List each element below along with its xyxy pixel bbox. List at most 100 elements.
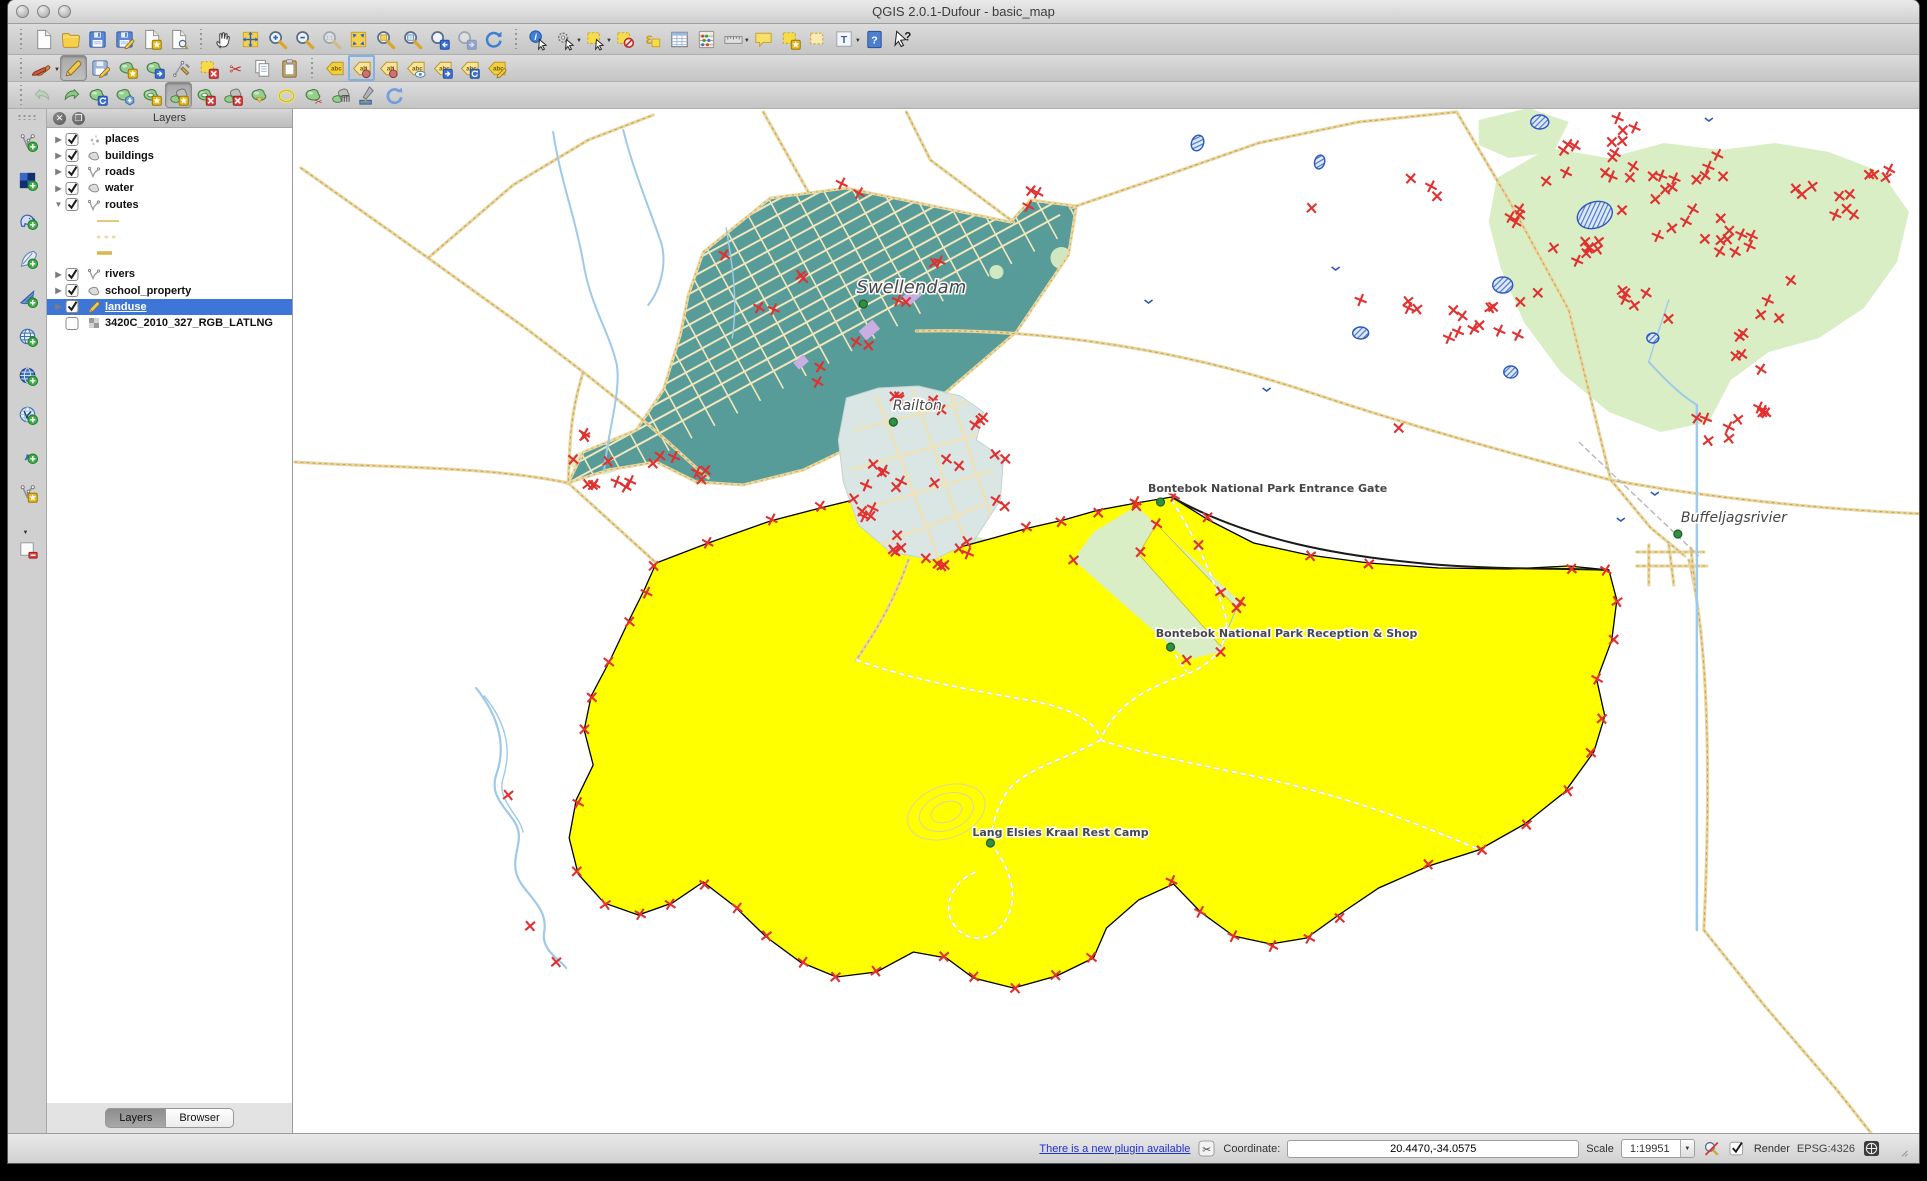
save-project-as-button[interactable]	[111, 26, 138, 52]
delete-ring-button[interactable]	[192, 82, 219, 108]
toolbar-handle[interactable]	[18, 29, 24, 49]
merge-attributes-button[interactable]	[354, 82, 381, 108]
toolbar-handle[interactable]	[17, 114, 37, 120]
add-feature-button[interactable]	[114, 55, 141, 81]
text-annotation-button[interactable]: T	[831, 26, 858, 52]
layer-row-rivers[interactable]: ▶rivers	[47, 266, 292, 282]
add-spatialite-layer-button[interactable]	[14, 245, 41, 271]
add-wfs-layer-button[interactable]	[14, 401, 41, 427]
zoom-last-button[interactable]	[426, 26, 453, 52]
zoom-native-button[interactable]: 1:1	[318, 26, 345, 52]
rotate-point-symbols-button[interactable]	[381, 82, 408, 108]
zoom-to-layer-button[interactable]	[399, 26, 426, 52]
render-checkbox[interactable]	[1728, 1139, 1747, 1158]
titlebar[interactable]: QGIS 2.0.1-Dufour - basic_map	[8, 0, 1919, 24]
labeling-button[interactable]: abc	[321, 55, 348, 81]
layer-tree[interactable]: ▶places▶buildings▶roads▶water▼routes ▶riv…	[47, 128, 292, 1103]
map-canvas[interactable]: SwellendamRailtonBontebok National Park …	[293, 109, 1919, 1133]
select-by-expression-button[interactable]: ε	[639, 26, 666, 52]
delete-selected-button[interactable]	[195, 55, 222, 81]
layer-row-water[interactable]: ▶water	[47, 180, 292, 196]
zoom-out-button[interactable]	[291, 26, 318, 52]
toolbar-handle[interactable]	[18, 85, 24, 105]
stop-render-icon[interactable]	[1702, 1139, 1721, 1158]
copy-features-button[interactable]	[249, 55, 276, 81]
tab-browser[interactable]: Browser	[166, 1108, 233, 1128]
add-wcs-layer-button[interactable]	[14, 362, 41, 388]
crs-status-icon[interactable]	[1862, 1139, 1881, 1158]
layer-row-roads[interactable]: ▶roads	[47, 164, 292, 180]
show-hide-labels-button[interactable]: abc	[402, 55, 429, 81]
layer-row-landuse[interactable]: ▶landuse	[47, 299, 292, 315]
select-features-button[interactable]	[582, 26, 609, 52]
pin-unpin-labels-button[interactable]: ab	[348, 55, 375, 81]
move-feature-button[interactable]	[141, 55, 168, 81]
add-vector-layer-button[interactable]	[14, 128, 41, 154]
layer-row-routes[interactable]: ▼routes	[47, 197, 292, 213]
new-shapefile-layer-button[interactable]	[14, 479, 41, 505]
add-postgis-layer-button[interactable]	[14, 206, 41, 232]
layer-checkbox[interactable]	[65, 148, 80, 163]
current-edits-button[interactable]	[30, 55, 57, 81]
zoom-next-button[interactable]	[453, 26, 480, 52]
rotate-feature-button[interactable]	[84, 82, 111, 108]
resize-grip[interactable]	[1890, 1139, 1909, 1158]
map-svg[interactable]: SwellendamRailtonBontebok National Park …	[293, 109, 1919, 1133]
tab-layers[interactable]: Layers	[105, 1108, 166, 1128]
remove-layer-button[interactable]	[14, 536, 41, 562]
layer-row-3420C_2010_327_RGB_LATLNG[interactable]: 3420C_2010_327_RGB_LATLNG	[47, 315, 292, 331]
layer-checkbox[interactable]	[65, 267, 80, 282]
offset-curve-button[interactable]	[273, 82, 300, 108]
layer-checkbox[interactable]	[65, 316, 80, 331]
identify-features-button[interactable]: i	[525, 26, 552, 52]
layer-row-buildings[interactable]: ▶buildings	[47, 147, 292, 163]
redo-button[interactable]	[57, 82, 84, 108]
whats-this-button[interactable]: ?	[888, 26, 915, 52]
toolbar-handle[interactable]	[198, 29, 204, 49]
cut-features-button[interactable]: ✂	[222, 55, 249, 81]
zoom-in-button[interactable]	[264, 26, 291, 52]
map-tips-button[interactable]	[750, 26, 777, 52]
split-features-button[interactable]: ✂	[300, 82, 327, 108]
zoom-to-selection-button[interactable]	[372, 26, 399, 52]
layer-checkbox[interactable]	[65, 181, 80, 196]
add-delimited-text-layer-button[interactable]: ,	[14, 440, 41, 466]
run-feature-action-button[interactable]	[552, 26, 579, 52]
split-parts-button[interactable]	[327, 82, 354, 108]
delete-part-button[interactable]	[219, 82, 246, 108]
highlight-pinned-labels-button[interactable]: ab	[375, 55, 402, 81]
panel-float-icon[interactable]: ❐	[72, 112, 85, 125]
new-project-button[interactable]	[30, 26, 57, 52]
expand-arrow[interactable]: ▶	[52, 302, 65, 311]
new-bookmark-button[interactable]	[777, 26, 804, 52]
messages-icon[interactable]: ✂	[1197, 1139, 1216, 1158]
layer-row-places[interactable]: ▶places	[47, 131, 292, 147]
composer-manager-button[interactable]	[165, 26, 192, 52]
plugin-available-link[interactable]: There is a new plugin available	[1039, 1143, 1190, 1155]
expand-arrow[interactable]: ▶	[52, 184, 65, 193]
layer-row-school_property[interactable]: ▶school_property	[47, 282, 292, 298]
panel-close-icon[interactable]: ✕	[53, 112, 66, 125]
undo-button[interactable]	[30, 82, 57, 108]
scale-dropdown-icon[interactable]: ▼	[1680, 1140, 1694, 1157]
toolbar-handle[interactable]	[18, 58, 24, 78]
layer-checkbox[interactable]	[65, 164, 80, 179]
expand-arrow[interactable]: ▶	[52, 135, 65, 144]
rotate-label-button[interactable]: abc	[456, 55, 483, 81]
node-tool-button[interactable]	[168, 55, 195, 81]
layer-checkbox[interactable]	[65, 197, 80, 212]
expand-arrow[interactable]: ▶	[52, 270, 65, 279]
paste-features-button[interactable]	[276, 55, 303, 81]
add-wms-layer-button[interactable]	[14, 323, 41, 349]
fill-ring-button[interactable]	[165, 82, 192, 108]
toolbar-handle[interactable]	[309, 58, 315, 78]
expand-arrow[interactable]: ▶	[52, 286, 65, 295]
refresh-map-button[interactable]	[480, 26, 507, 52]
measure-button[interactable]	[720, 26, 747, 52]
add-raster-layer-button[interactable]	[14, 167, 41, 193]
save-project-button[interactable]	[84, 26, 111, 52]
save-layer-edits-button[interactable]	[87, 55, 114, 81]
toolbar-handle[interactable]	[513, 29, 519, 49]
expand-arrow[interactable]: ▼	[52, 200, 65, 209]
add-mssql-layer-button[interactable]	[14, 284, 41, 310]
